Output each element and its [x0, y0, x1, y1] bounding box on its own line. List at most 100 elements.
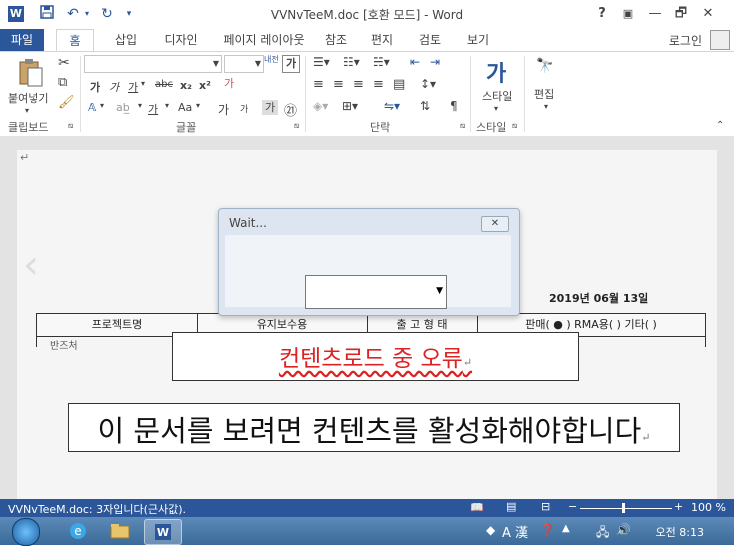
align-right-icon[interactable]: ≡: [353, 77, 364, 92]
styles-button[interactable]: 스타일: [482, 88, 512, 104]
justify-icon[interactable]: ≡: [373, 77, 384, 92]
help-button[interactable]: ?: [591, 4, 613, 24]
text-effects-icon[interactable]: 𝔸: [88, 101, 96, 114]
styles-icon[interactable]: 가: [486, 56, 506, 88]
font-dialog-launcher-icon[interactable]: ⧅: [294, 121, 299, 131]
italic-button[interactable]: 가: [109, 79, 119, 95]
volume-icon[interactable]: 🔊: [616, 523, 631, 537]
align-left-icon[interactable]: ≡: [313, 77, 324, 92]
ribbon-home: 붙여넣기 ▾ ✂ ⧉ 🖌 클립보드 ⧅ ▼ ▼ 내전 가 가 가 가 ▾ abc…: [0, 51, 734, 137]
paragraph-dialog-launcher-icon[interactable]: ⧅: [460, 121, 465, 131]
zoom-slider[interactable]: [580, 508, 672, 509]
tab-mailings[interactable]: 편지: [366, 29, 398, 51]
web-layout-icon[interactable]: ⊟: [541, 500, 550, 513]
user-avatar[interactable]: [710, 30, 730, 50]
bold-button[interactable]: 가: [90, 79, 100, 95]
clipboard-dialog-launcher-icon[interactable]: ⧅: [68, 121, 73, 131]
paste-icon[interactable]: [18, 58, 44, 88]
restore-button[interactable]: 🗗: [670, 4, 692, 24]
tab-design[interactable]: 디자인: [156, 29, 206, 51]
zoom-level[interactable]: 100 %: [691, 501, 726, 514]
zoom-slider-thumb[interactable]: [622, 503, 625, 513]
char-shading-button[interactable]: 가: [282, 55, 300, 73]
shrink-font-button[interactable]: 가: [240, 102, 248, 115]
cut-icon[interactable]: ✂: [58, 55, 70, 71]
network-icon[interactable]: 🖧: [596, 523, 609, 544]
help-tray-icon[interactable]: ❓: [540, 523, 555, 537]
highlight-icon[interactable]: ab̲: [116, 101, 130, 114]
numbering-icon[interactable]: ☷▾: [343, 55, 360, 69]
close-button[interactable]: ✕: [697, 4, 719, 24]
tab-file[interactable]: 파일: [0, 29, 44, 51]
decrease-indent-icon[interactable]: ⇤: [410, 55, 420, 69]
font-size-combo[interactable]: ▼: [224, 55, 264, 73]
ime-status[interactable]: A 漢: [502, 522, 528, 541]
tab-home[interactable]: 홈: [56, 29, 94, 52]
zoom-in-icon[interactable]: +: [674, 500, 683, 513]
tab-insert[interactable]: 삽입: [106, 29, 146, 51]
font-color-icon[interactable]: 가: [148, 101, 158, 117]
minimize-button[interactable]: —: [644, 4, 666, 24]
font-name-combo[interactable]: ▼: [84, 55, 222, 73]
shading-icon[interactable]: ◈▾: [313, 99, 328, 113]
font-group-label: 글꼴: [176, 121, 197, 134]
paste-button[interactable]: 붙여넣기: [8, 90, 48, 106]
paste-dropdown-icon[interactable]: ▾: [25, 106, 29, 115]
ribbon-display-options-button[interactable]: ▣: [617, 4, 639, 24]
taskbar-explorer-icon[interactable]: [102, 519, 138, 543]
styles-dropdown-icon[interactable]: ▾: [494, 104, 498, 113]
bullets-icon[interactable]: ☰▾: [313, 55, 330, 69]
tab-view[interactable]: 보기: [462, 29, 494, 51]
subscript-button[interactable]: x₂: [180, 79, 192, 92]
tray-expand-icon[interactable]: ▲: [562, 523, 570, 534]
borders-icon[interactable]: ⊞▾: [342, 99, 358, 113]
change-case-button[interactable]: Aa: [178, 101, 192, 114]
dialog-close-button[interactable]: ✕: [481, 216, 509, 232]
print-layout-icon[interactable]: ▤: [506, 500, 516, 513]
chevron-down-icon: ▼: [254, 59, 261, 68]
char-border-button[interactable]: 가: [262, 100, 278, 115]
multilevel-list-icon[interactable]: ☵▾: [373, 55, 390, 69]
distribute-icon[interactable]: ▤: [393, 77, 405, 92]
text-effects-dropdown-icon[interactable]: ▾: [100, 101, 104, 110]
styles-dialog-launcher-icon[interactable]: ⧅: [512, 121, 517, 131]
dialog-select[interactable]: ▼: [305, 275, 447, 309]
word-count-status[interactable]: VVNvTeeM.doc: 3자입니다(근사값).: [8, 501, 186, 517]
grow-font-button[interactable]: 가: [218, 101, 229, 118]
superscript-button[interactable]: x²: [199, 79, 211, 92]
increase-indent-icon[interactable]: ⇥: [430, 55, 440, 69]
sort-icon[interactable]: ⇅: [420, 99, 430, 113]
format-painter-icon[interactable]: 🖌: [58, 95, 75, 110]
tab-page-layout[interactable]: 페이지 레이아웃: [216, 29, 312, 51]
collapse-ribbon-icon[interactable]: ⌃: [716, 120, 724, 131]
copy-icon[interactable]: ⧉: [58, 75, 67, 90]
sign-in-link[interactable]: 로그인: [669, 32, 702, 49]
taskbar-word-icon[interactable]: W: [144, 519, 182, 545]
line-spacing-icon[interactable]: ↕▾: [420, 77, 436, 91]
read-mode-icon[interactable]: 📖: [470, 501, 484, 514]
tab-references[interactable]: 참조: [320, 29, 352, 51]
clear-formatting-button[interactable]: 가: [224, 75, 234, 91]
show-marks-icon[interactable]: ¶: [450, 99, 458, 113]
underline-button[interactable]: 가: [128, 79, 138, 95]
underline-dropdown-icon[interactable]: ▾: [141, 79, 145, 88]
strikethrough-button[interactable]: abc: [155, 79, 173, 90]
align-center-icon[interactable]: ≡: [333, 77, 344, 92]
asian-layout-icon[interactable]: ⇋▾: [384, 99, 400, 113]
ime-mode-icon[interactable]: ◆: [486, 523, 495, 537]
highlight-dropdown-icon[interactable]: ▾: [138, 101, 142, 110]
enclosed-char-button[interactable]: ㉑: [284, 100, 297, 119]
tab-review[interactable]: 검토: [414, 29, 446, 51]
taskbar: e W ◆ A 漢 ❓ ▲ 🖧 🔊 오전 8:13: [0, 517, 734, 546]
editing-dropdown-icon[interactable]: ▾: [544, 102, 548, 111]
zoom-out-icon[interactable]: −: [568, 500, 577, 513]
font-color-dropdown-icon[interactable]: ▾: [165, 101, 169, 110]
chevron-left-icon: ‹: [23, 242, 39, 288]
start-button[interactable]: [12, 518, 40, 546]
change-case-dropdown-icon[interactable]: ▾: [196, 101, 200, 110]
editing-button[interactable]: 편집: [534, 86, 554, 102]
format-painter-label[interactable]: 내전: [264, 54, 279, 65]
taskbar-ie-icon[interactable]: e: [60, 519, 96, 543]
find-icon[interactable]: 🔭: [536, 58, 553, 74]
clock[interactable]: 오전 8:13: [656, 524, 704, 540]
